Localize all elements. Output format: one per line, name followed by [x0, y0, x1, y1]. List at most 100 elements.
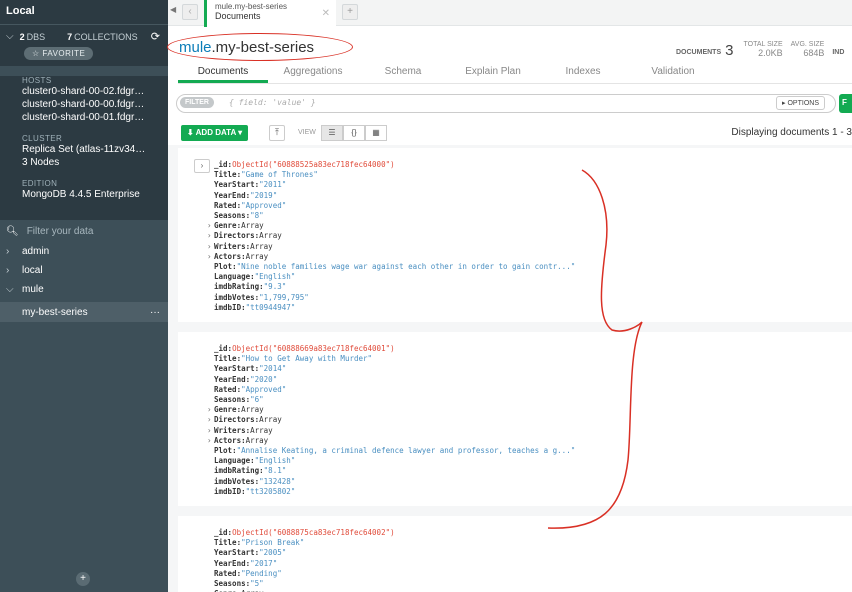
document-field: Plot:"Annalise Keating, a criminal defen…: [214, 446, 576, 456]
refresh-icon[interactable]: ⟳: [151, 30, 160, 43]
expand-array-icon[interactable]: ›: [207, 415, 212, 425]
field-value: "8.1": [263, 466, 287, 476]
field-value: ObjectId("60888669a83ec718fec64001"): [232, 344, 395, 353]
view-label: VIEW: [298, 129, 316, 136]
back-button[interactable]: ‹: [182, 4, 198, 20]
field-value: "Nine noble families wage war against ea…: [236, 262, 576, 272]
field-key: Directors: [214, 231, 255, 241]
expand-array-icon[interactable]: ›: [207, 221, 212, 231]
close-icon[interactable]: ✕: [322, 8, 330, 19]
sidebar-filter[interactable]: 🔍︎ Filter your data: [0, 220, 168, 242]
more-icon[interactable]: ···: [150, 307, 160, 318]
expand-document-icon[interactable]: ›: [194, 159, 210, 173]
field-key: YearStart: [214, 180, 255, 190]
document-field: YearStart:"2011": [214, 180, 287, 190]
expand-array-icon[interactable]: ›: [207, 426, 212, 436]
field-value: "tt0944947": [245, 302, 296, 312]
tab-indexes[interactable]: Indexes: [538, 63, 628, 83]
sidebar-item-mule[interactable]: ⌵ mule: [0, 280, 168, 299]
host-item: cluster0-shard-00-02.fdgr…: [22, 86, 145, 97]
collection-count: 7: [67, 31, 73, 42]
tab-documents[interactable]: Documents: [178, 63, 268, 83]
document-field: ›Genre:Array: [207, 221, 264, 231]
avg-size-value: 684B: [803, 48, 825, 58]
field-value: Array: [259, 231, 282, 241]
collection-db[interactable]: mule: [179, 39, 212, 56]
document-field: › Directors:Array: [207, 231, 282, 241]
tab-my-best-series[interactable]: mule.my-best-series Documents ✕: [204, 0, 336, 27]
search-icon: 🔍︎: [6, 225, 19, 237]
host-item: cluster0-shard-00-00.fdgr…: [22, 99, 145, 110]
tab-explain-plan[interactable]: Explain Plan: [448, 63, 538, 83]
field-key: Title: [214, 170, 237, 180]
field-key: _id: [214, 160, 228, 169]
tab-schema[interactable]: Schema: [358, 63, 448, 83]
export-icon[interactable]: ⤒: [269, 125, 285, 141]
document-field: imdbVotes:"1,799,795": [214, 292, 309, 302]
field-key: Seasons: [214, 211, 246, 221]
field-key: imdbRating: [214, 466, 260, 476]
options-button[interactable]: ▸ OPTIONS: [776, 96, 825, 110]
table-view-icon[interactable]: ▦: [365, 125, 387, 141]
expand-array-icon[interactable]: ›: [207, 231, 212, 241]
filter-input[interactable]: { field: 'value' }: [229, 98, 316, 107]
tab-aggregations[interactable]: Aggregations: [268, 63, 358, 83]
document-field: Title:"Game of Thrones": [214, 170, 318, 180]
field-key: imdbID: [214, 486, 242, 496]
field-value: "9.3": [263, 282, 287, 292]
add-database-button[interactable]: +: [76, 572, 90, 586]
document-card[interactable]: › _id:ObjectId("60888525a83ec718fec64000…: [178, 148, 852, 322]
database-name: local: [22, 265, 43, 276]
document-field: Rated:"Approved": [214, 384, 287, 394]
connection-name: Local: [0, 0, 168, 24]
find-button[interactable]: F: [839, 94, 852, 113]
hosts-label: HOSTS: [22, 76, 52, 85]
field-value: "6": [250, 395, 264, 405]
document-card[interactable]: _id:ObjectId("60888669a83ec718fec64001")…: [178, 332, 852, 506]
json-view-icon[interactable]: {}: [343, 125, 365, 141]
document-field: imdbRating:"9.3": [214, 282, 287, 292]
field-value: Array: [259, 415, 282, 425]
tab-validation[interactable]: Validation: [628, 63, 718, 83]
database-name: mule: [22, 284, 44, 295]
collection-title: mule.my-best-series: [179, 39, 314, 56]
add-data-button[interactable]: ⬇ ADD DATA ▾: [181, 125, 249, 141]
sidebar-item-local[interactable]: › local: [0, 261, 168, 280]
total-size-label: TOTAL SIZE: [743, 41, 783, 48]
document-field: YearEnd:"2017": [214, 558, 278, 568]
field-value: "Approved": [241, 200, 287, 210]
field-value: "132428": [259, 476, 296, 486]
document-field: Language:"English": [214, 272, 296, 282]
field-key: Writers: [214, 425, 246, 435]
expand-array-icon[interactable]: ›: [207, 252, 212, 262]
field-value: "Game of Thrones": [241, 170, 318, 180]
document-card[interactable]: _id:ObjectId("6088875ca83ec718fec64002")…: [178, 516, 852, 592]
favorite-button[interactable]: ☆ FAVORITE: [24, 47, 94, 60]
field-key: _id: [214, 344, 228, 353]
expand-array-icon[interactable]: ›: [207, 436, 212, 446]
sidebar-filter-input[interactable]: Filter your data: [27, 226, 94, 237]
field-value: "2005": [259, 548, 287, 558]
document-field: › Writers:Array: [207, 425, 273, 435]
field-key: YearStart: [214, 364, 255, 374]
field-key: Directors: [214, 415, 255, 425]
field-key: YearEnd: [214, 558, 246, 568]
collapse-sidebar-icon[interactable]: ◀: [170, 5, 178, 19]
collection-count-label: COLLECTIONS: [74, 31, 138, 42]
new-tab-button[interactable]: +: [342, 4, 358, 20]
add-data-label: ADD DATA ▾: [195, 128, 243, 137]
document-field: Seasons:"8": [214, 211, 264, 221]
list-view-icon[interactable]: ☰: [321, 125, 343, 141]
field-key: Seasons: [214, 395, 246, 405]
expand-array-icon[interactable]: ›: [207, 405, 212, 415]
total-size-value: 2.0KB: [758, 48, 783, 58]
sidebar-collection-my-best-series[interactable]: my-best-series ···: [0, 302, 168, 322]
chevron-down-icon[interactable]: ⌵: [6, 31, 14, 42]
expand-array-icon[interactable]: ›: [207, 242, 212, 252]
field-value: Array: [250, 241, 273, 251]
filter-bar[interactable]: FILTER { field: 'value' } ▸ OPTIONS: [176, 94, 836, 113]
sidebar-item-admin[interactable]: › admin: [0, 242, 168, 261]
collection-subtabs: Documents Aggregations Schema Explain Pl…: [178, 63, 852, 84]
document-field: Rated:"Pending": [214, 568, 282, 578]
edition-label: EDITION: [22, 179, 58, 188]
